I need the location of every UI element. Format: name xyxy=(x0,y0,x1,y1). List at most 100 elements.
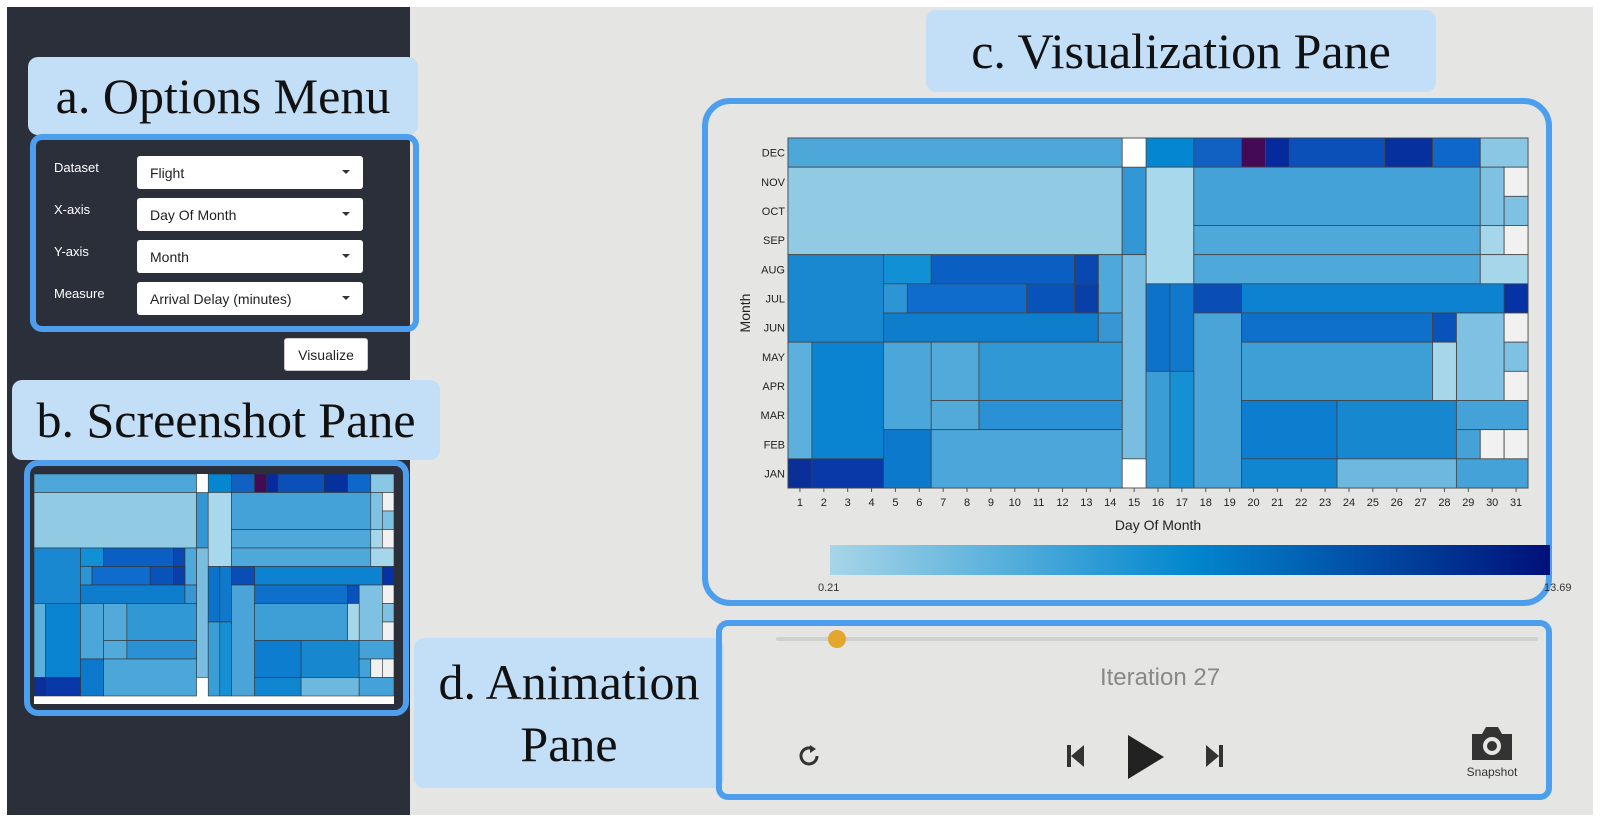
x-tick-label: 18 xyxy=(1200,497,1212,509)
heatmap-cell xyxy=(1193,312,1242,489)
thumbnail-cell xyxy=(173,566,186,586)
heatmap-cell xyxy=(1145,137,1195,168)
thumbnail-cell xyxy=(254,566,383,586)
camera-icon[interactable] xyxy=(1468,722,1516,764)
heatmap-cell xyxy=(1241,312,1433,343)
x-tick-label: 13 xyxy=(1080,497,1092,509)
x-tick-label: 28 xyxy=(1438,497,1450,509)
heatmap-cell xyxy=(1432,341,1457,401)
visualize-button[interactable]: Visualize xyxy=(284,338,368,371)
heatmap-cell xyxy=(930,400,980,431)
thumbnail-cell xyxy=(382,603,394,623)
heatmap-cell xyxy=(906,283,1028,314)
heatmap-cell xyxy=(978,341,1123,401)
x-tick-label: 8 xyxy=(964,497,970,509)
y-tick-label: MAR xyxy=(761,410,786,422)
thumbnail-cell xyxy=(347,474,372,493)
x-tick-label: 31 xyxy=(1510,497,1522,509)
heatmap-cell xyxy=(1503,225,1529,256)
x-tick-label: 11 xyxy=(1033,497,1044,509)
thumbnail-cell xyxy=(103,640,128,660)
heatmap-cell xyxy=(1074,283,1099,314)
step-back-icon[interactable] xyxy=(1062,741,1090,771)
legend-max-label: 13.69 xyxy=(1544,582,1572,594)
heatmap-cell xyxy=(1479,166,1505,226)
thumbnail-cell xyxy=(254,640,302,678)
thumbnail-cell xyxy=(34,603,46,678)
thumbnail-cell xyxy=(254,584,348,604)
thumbnail-cell xyxy=(254,603,348,641)
xaxis-select[interactable]: Day Of Month xyxy=(137,198,363,231)
dataset-value: Flight xyxy=(150,164,185,181)
x-tick-label: 22 xyxy=(1295,497,1307,509)
thumbnail-cell xyxy=(324,474,348,493)
x-tick-label: 27 xyxy=(1414,497,1426,509)
color-legend-bar xyxy=(830,545,1550,575)
thumbnail-cell xyxy=(126,640,197,660)
iteration-slider-thumb[interactable] xyxy=(827,630,846,648)
iteration-slider-track[interactable] xyxy=(776,637,1538,641)
play-icon[interactable] xyxy=(1122,733,1168,781)
x-tick-label: 10 xyxy=(1009,497,1021,509)
x-tick-label: 17 xyxy=(1176,497,1188,509)
heatmap-cell xyxy=(1455,458,1529,489)
heatmap-cell xyxy=(1265,137,1290,168)
thumbnail-cell xyxy=(126,603,197,641)
heatmap-cell xyxy=(1241,137,1266,168)
thumbnail-cell xyxy=(80,658,104,697)
xaxis-value: Day Of Month xyxy=(150,206,237,223)
measure-label: Measure xyxy=(54,286,105,301)
callout-visualization-pane: c. Visualization Pane xyxy=(926,10,1436,92)
thumbnail-cell xyxy=(382,584,394,604)
heatmap-cell xyxy=(1193,254,1481,285)
dataset-label: Dataset xyxy=(54,160,99,175)
step-forward-icon[interactable] xyxy=(1200,741,1228,771)
y-tick-label: OCT xyxy=(762,206,786,218)
yaxis-label: Y-axis xyxy=(54,244,89,259)
heatmap-cell xyxy=(1503,195,1529,226)
heatmap-cell xyxy=(1193,283,1242,314)
thumbnail-cell xyxy=(219,621,232,697)
thumbnail-cell xyxy=(231,547,372,567)
legend-min-label: 0.21 xyxy=(818,582,839,594)
thumbnail-cell xyxy=(80,566,93,586)
thumbnail-cell xyxy=(382,621,394,641)
thumbnail-cell xyxy=(370,474,394,493)
thumbnail-cell xyxy=(231,492,372,530)
heatmap-cell xyxy=(1169,283,1195,372)
heatmap-cell xyxy=(883,429,932,489)
thumbnail-cell xyxy=(80,603,104,660)
thumbnail-cell xyxy=(358,584,383,641)
thumbnail-cell xyxy=(207,474,232,493)
thumbnail-cell xyxy=(80,584,186,604)
heatmap-cell xyxy=(811,458,884,489)
heatmap-cell xyxy=(1503,166,1529,197)
heatmap-cell xyxy=(930,341,980,401)
dataset-select[interactable]: Flight xyxy=(137,156,363,189)
heatmap-chart: JANFEBMARAPRMAYJUNJULAUGSEPOCTNOVDEC1 2 3 4… xyxy=(737,137,1572,594)
x-tick-label: 7 xyxy=(940,497,946,509)
yaxis-select[interactable]: Month xyxy=(137,240,363,273)
thumbnail-cell xyxy=(382,510,394,530)
thumbnail-cell xyxy=(103,603,128,641)
measure-select[interactable]: Arrival Delay (minutes) xyxy=(137,282,363,315)
thumbnail-cell xyxy=(80,547,104,567)
screenshot-thumbnail[interactable] xyxy=(34,474,394,704)
thumbnail-cell xyxy=(382,529,394,549)
measure-value: Arrival Delay (minutes) xyxy=(150,290,292,307)
iteration-label: Iteration 27 xyxy=(1099,664,1221,691)
heatmap-cell xyxy=(1074,254,1099,285)
heatmap-cell xyxy=(1169,370,1195,489)
thumbnail-cell xyxy=(382,566,394,586)
thumbnail-cell xyxy=(103,658,197,697)
thumbnail-cell xyxy=(34,474,197,493)
heatmap-cell xyxy=(787,458,813,489)
heatmap-cell xyxy=(883,341,932,431)
reset-icon[interactable] xyxy=(793,740,825,772)
heatmap-cell xyxy=(787,166,1123,256)
heatmap-cell xyxy=(1503,341,1529,372)
thumbnail-cell xyxy=(45,603,81,678)
heatmap-cell xyxy=(1503,283,1529,314)
heatmap-cell xyxy=(1145,166,1195,285)
y-tick-label: JUL xyxy=(765,293,785,305)
